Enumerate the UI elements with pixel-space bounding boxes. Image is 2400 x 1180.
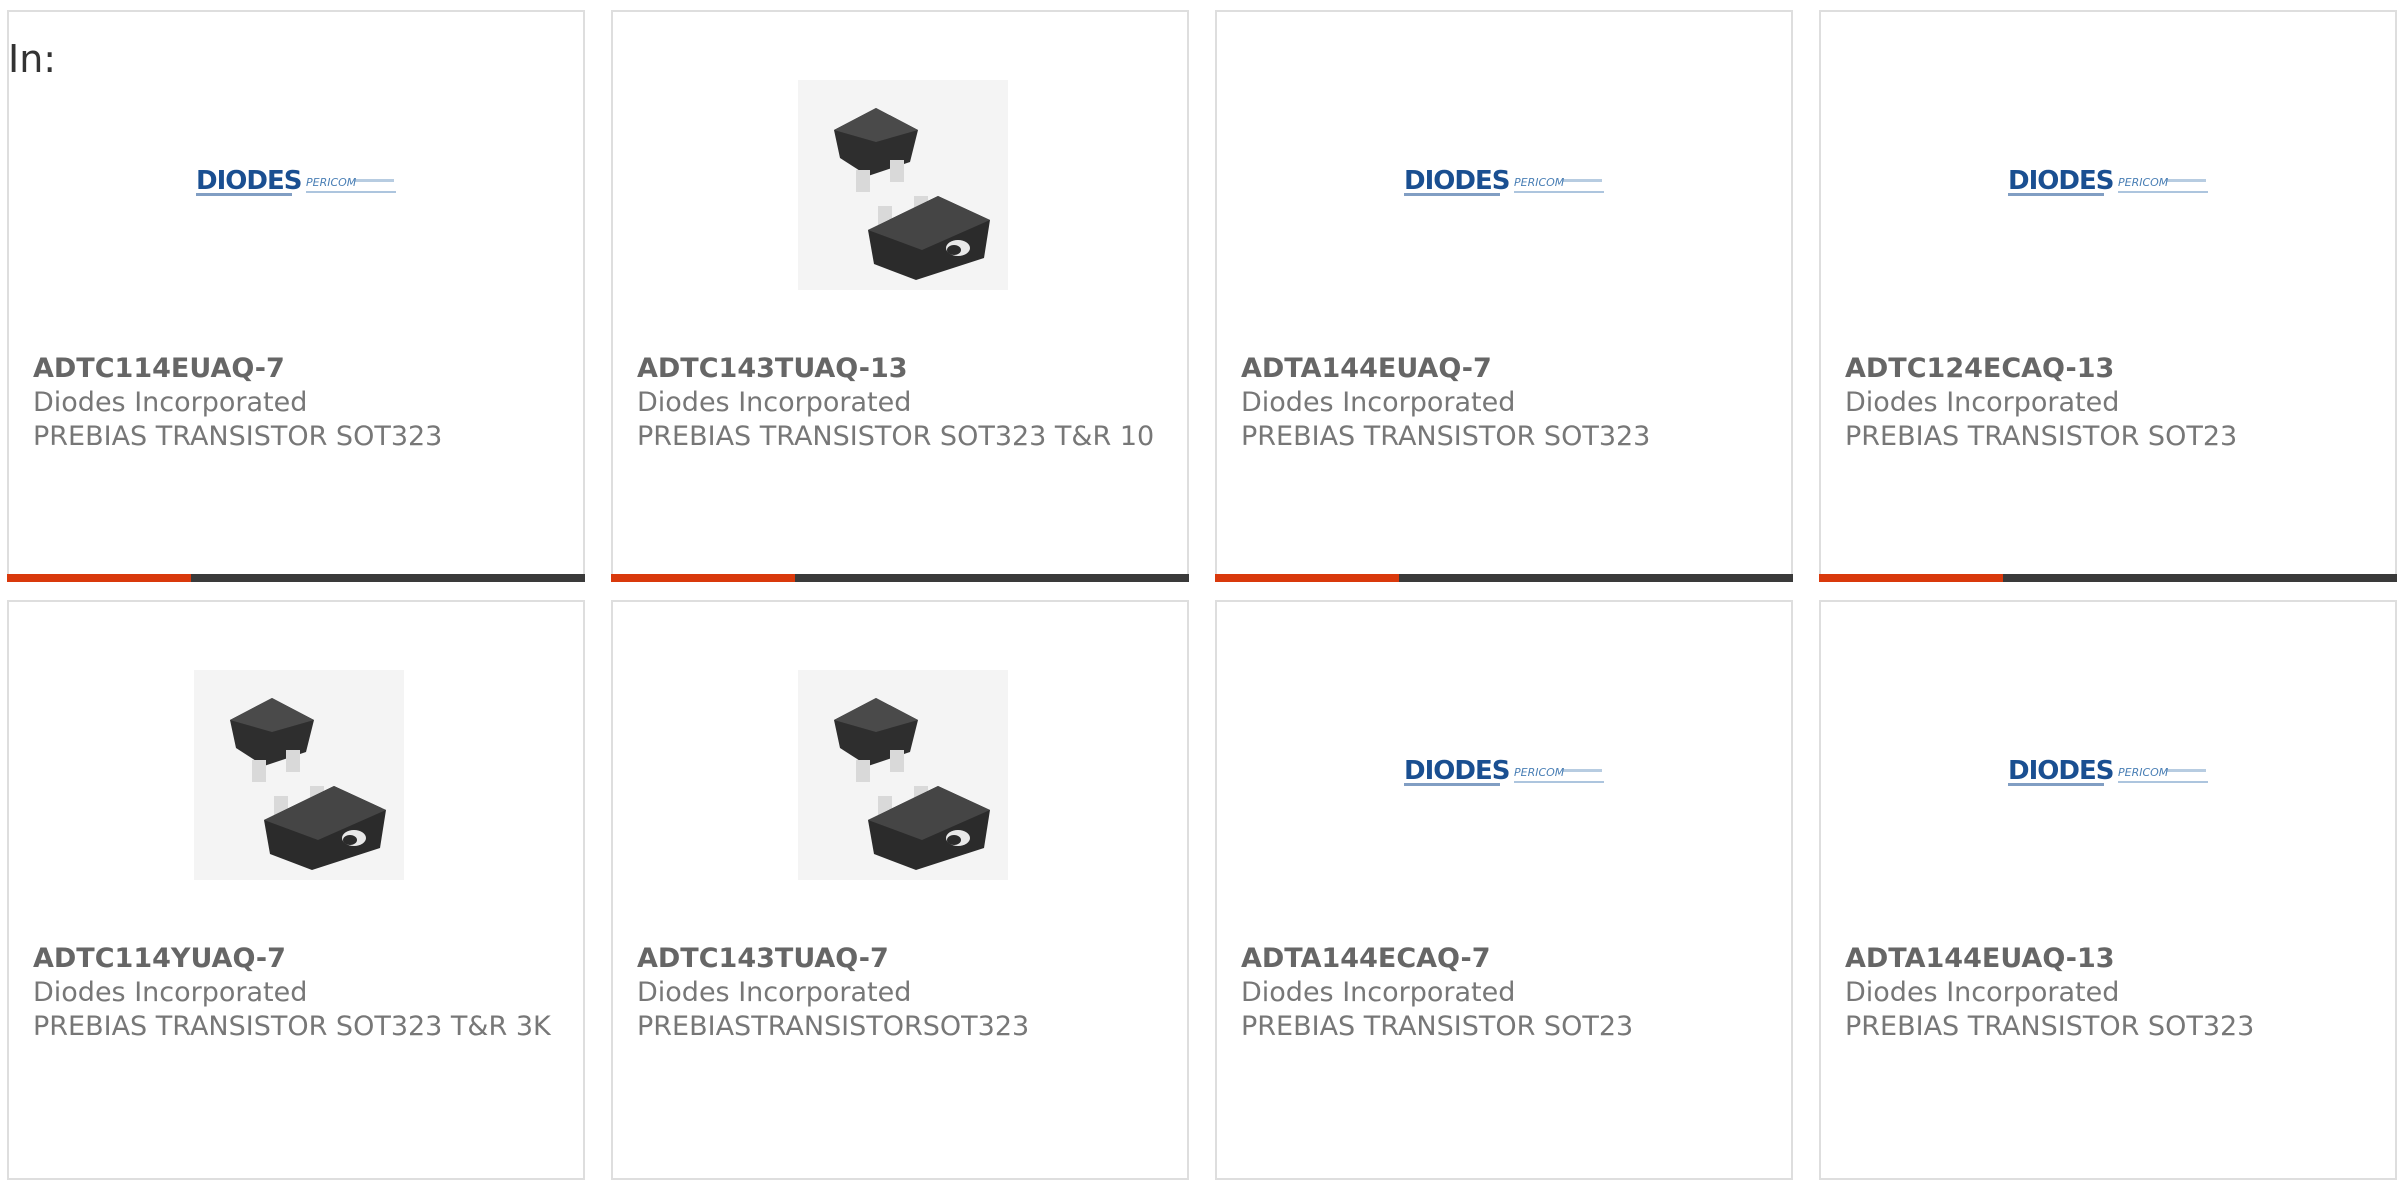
manufacturer: Diodes Incorporated — [33, 977, 308, 1008]
manufacturer: Diodes Incorporated — [1241, 977, 1516, 1008]
part-number[interactable]: ADTA144EUAQ-7 — [1241, 352, 1771, 386]
transistor-photo-icon — [194, 670, 404, 880]
product-card[interactable]: DIODES PERICOM ADTA144EUAQ-7 Diodes Inco… — [1215, 10, 1793, 582]
description: PREBIAS TRANSISTOR SOT323 — [1241, 421, 1651, 452]
description: PREBIAS TRANSISTOR SOT23 — [1845, 421, 2238, 452]
card-footer-bar — [1819, 574, 2397, 582]
svg-text:DIODES: DIODES — [1404, 166, 1509, 196]
card-accent — [611, 574, 795, 582]
card-accent — [1215, 574, 1399, 582]
product-image[interactable]: DIODES PERICOM — [2006, 670, 2216, 880]
part-number[interactable]: ADTC124ECAQ-13 — [1845, 352, 2375, 386]
product-image[interactable]: DIODES PERICOM — [2006, 80, 2216, 290]
description: PREBIAS TRANSISTOR SOT323 — [1845, 1011, 2255, 1042]
diodes-pericom-logo-icon: DIODES PERICOM — [1404, 756, 1604, 786]
description: PREBIAS TRANSISTOR SOT323 T&R 10 — [637, 421, 1155, 452]
part-number[interactable]: ADTC114EUAQ-7 — [33, 352, 563, 386]
svg-text:DIODES: DIODES — [196, 166, 301, 196]
description: PREBIAS TRANSISTOR SOT323 — [33, 421, 443, 452]
product-image[interactable]: DIODES PERICOM — [1402, 80, 1612, 290]
card-footer-bar — [7, 574, 585, 582]
manufacturer: Diodes Incorporated — [1845, 387, 2120, 418]
manufacturer: Diodes Incorporated — [33, 387, 308, 418]
diodes-pericom-logo-icon: DIODES PERICOM — [2008, 166, 2208, 196]
manufacturer: Diodes Incorporated — [637, 387, 912, 418]
product-card[interactable]: DIODES PERICOM ADTC114EUAQ-7 Diodes Inco… — [7, 10, 585, 582]
svg-text:PERICOM: PERICOM — [1514, 766, 1565, 779]
product-image[interactable]: DIODES PERICOM — [194, 80, 404, 290]
product-card[interactable]: DIODES PERICOM ADTC124ECAQ-13 Diodes Inc… — [1819, 10, 2397, 582]
product-image[interactable] — [798, 670, 1008, 880]
transistor-photo-icon — [798, 80, 1008, 290]
manufacturer: Diodes Incorporated — [637, 977, 912, 1008]
product-image[interactable] — [194, 670, 404, 880]
svg-text:PERICOM: PERICOM — [306, 176, 357, 189]
card-footer-bar — [1215, 574, 1793, 582]
svg-text:DIODES: DIODES — [2008, 166, 2113, 196]
svg-text:PERICOM: PERICOM — [2118, 176, 2169, 189]
card-accent — [7, 574, 191, 582]
diodes-pericom-logo-icon: DIODES PERICOM — [2008, 756, 2208, 786]
product-card[interactable]: ADTC143TUAQ-13 Diodes Incorporated PREBI… — [611, 10, 1189, 582]
description: PREBIAS TRANSISTOR SOT323 T&R 3K — [33, 1011, 551, 1042]
product-image[interactable] — [798, 80, 1008, 290]
product-card[interactable]: DIODES PERICOM ADTA144EUAQ-13 Diodes Inc… — [1819, 600, 2397, 1180]
description: PREBIASTRANSISTORSOT323 — [637, 1011, 1030, 1042]
part-number[interactable]: ADTC114YUAQ-7 — [33, 942, 563, 976]
manufacturer: Diodes Incorporated — [1241, 387, 1516, 418]
manufacturer: Diodes Incorporated — [1845, 977, 2120, 1008]
part-number[interactable]: ADTC143TUAQ-13 — [637, 352, 1167, 386]
filter-label: In: — [8, 37, 57, 81]
svg-text:PERICOM: PERICOM — [2118, 766, 2169, 779]
product-card[interactable]: ADTC143TUAQ-7 Diodes Incorporated PREBIA… — [611, 600, 1189, 1180]
product-grid: DIODES PERICOM ADTC114EUAQ-7 Diodes Inco… — [0, 0, 2400, 1180]
product-card[interactable]: ADTC114YUAQ-7 Diodes Incorporated PREBIA… — [7, 600, 585, 1180]
part-number[interactable]: ADTC143TUAQ-7 — [637, 942, 1167, 976]
part-number[interactable]: ADTA144EUAQ-13 — [1845, 942, 2375, 976]
svg-text:DIODES: DIODES — [1404, 756, 1509, 786]
transistor-photo-icon — [798, 670, 1008, 880]
product-card[interactable]: DIODES PERICOM ADTA144ECAQ-7 Diodes Inco… — [1215, 600, 1793, 1180]
card-accent — [1819, 574, 2003, 582]
diodes-pericom-logo-icon: DIODES PERICOM — [1404, 166, 1604, 196]
svg-text:DIODES: DIODES — [2008, 756, 2113, 786]
part-number[interactable]: ADTA144ECAQ-7 — [1241, 942, 1771, 976]
card-footer-bar — [611, 574, 1189, 582]
description: PREBIAS TRANSISTOR SOT23 — [1241, 1011, 1634, 1042]
diodes-pericom-logo-icon: DIODES PERICOM — [196, 166, 396, 196]
svg-text:PERICOM: PERICOM — [1514, 176, 1565, 189]
product-image[interactable]: DIODES PERICOM — [1402, 670, 1612, 880]
